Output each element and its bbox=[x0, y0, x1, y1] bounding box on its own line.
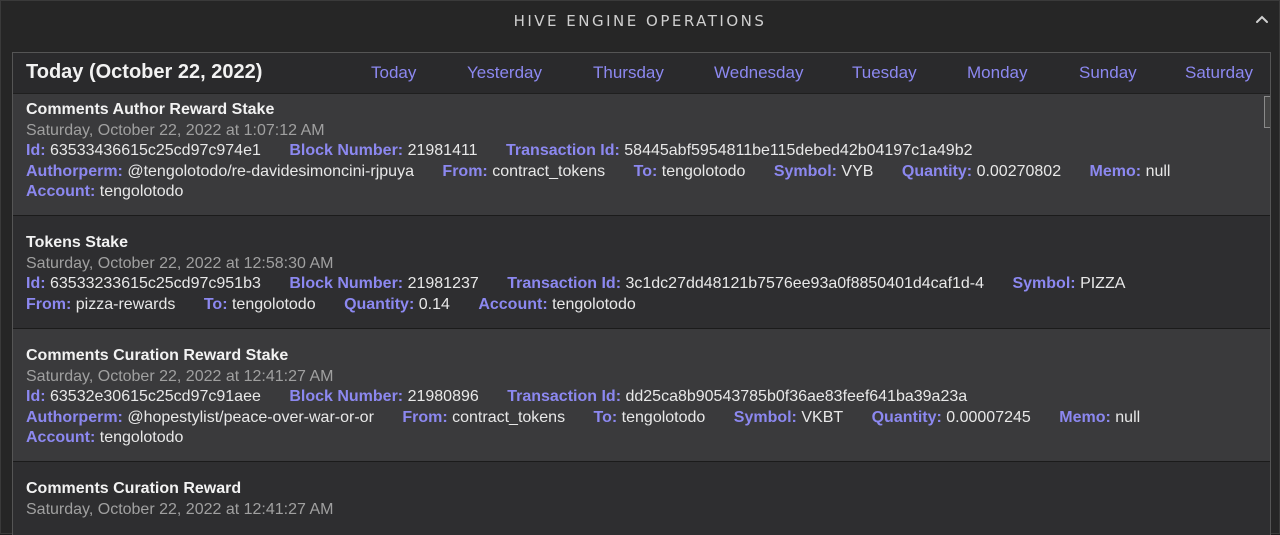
operation-time: Saturday, October 22, 2022 at 12:58:30 A… bbox=[26, 255, 334, 272]
date-bar: Today (October 22, 2022) Today Yesterday… bbox=[13, 53, 1270, 94]
authorperm-label: Authorperm: bbox=[26, 162, 123, 180]
symbol-value: VYB bbox=[841, 162, 874, 180]
operation-line: Account: tengolotodo bbox=[26, 182, 1257, 203]
quantity-label: Quantity: bbox=[901, 162, 973, 180]
operation-time: Saturday, October 22, 2022 at 1:07:12 AM bbox=[26, 122, 325, 139]
chevron-up-icon[interactable] bbox=[1253, 10, 1271, 28]
quantity-value: 0.00007245 bbox=[946, 408, 1031, 426]
id-value: 63533436615c25cd97c974e1 bbox=[50, 142, 261, 159]
block-number-value: 21981237 bbox=[407, 275, 479, 292]
id-value: 63533233615c25cd97c951b3 bbox=[50, 275, 261, 292]
operation-item: Comments Curation Reward Saturday, Octob… bbox=[13, 462, 1270, 535]
tab-saturday[interactable]: Saturday bbox=[1185, 63, 1253, 83]
memo-label: Memo: bbox=[1089, 162, 1142, 180]
from-label: From: bbox=[26, 295, 72, 313]
from-value: contract_tokens bbox=[452, 408, 566, 426]
tab-wednesday[interactable]: Wednesday bbox=[714, 63, 803, 83]
memo-label: Memo: bbox=[1059, 408, 1111, 426]
id-value: 63532e30615c25cd97c91aee bbox=[50, 388, 261, 405]
transaction-id-value: dd25ca8b90543785b0f36ae83feef641ba39a23a bbox=[625, 388, 968, 405]
symbol-value: VKBT bbox=[801, 408, 844, 426]
tab-monday[interactable]: Monday bbox=[967, 63, 1027, 83]
authorperm-label: Authorperm: bbox=[26, 408, 123, 426]
to-value: tengolotodo bbox=[621, 408, 706, 426]
tab-today[interactable]: Today bbox=[371, 63, 416, 83]
block-number-value: 21981411 bbox=[407, 142, 478, 159]
tab-yesterday[interactable]: Yesterday bbox=[467, 63, 542, 83]
transaction-id-value: 3c1dc27dd48121b7576ee93a0f8850401d4caf1d… bbox=[625, 275, 985, 292]
quantity-value: 0.00270802 bbox=[976, 162, 1062, 180]
to-label: To: bbox=[203, 295, 228, 313]
symbol-label: Symbol: bbox=[733, 408, 797, 426]
operation-line: Authorperm: @hopestylist/peace-over-war-… bbox=[26, 408, 1257, 429]
operation-time: Saturday, October 22, 2022 at 12:41:27 A… bbox=[26, 368, 334, 385]
to-value: tengolotodo bbox=[661, 162, 746, 180]
id-label: Id: bbox=[26, 275, 46, 292]
current-date-title: Today (October 22, 2022) bbox=[26, 61, 263, 83]
operation-line: Authorperm: @tengolotodo/re-davidesimonc… bbox=[26, 162, 1257, 183]
block-number-label: Block Number: bbox=[289, 275, 404, 292]
operation-title: Comments Curation Reward Stake bbox=[26, 347, 289, 364]
scrollbar-thumb[interactable] bbox=[1264, 96, 1270, 128]
operation-line: Account: tengolotodo bbox=[26, 428, 1257, 449]
quantity-value: 0.14 bbox=[418, 295, 450, 313]
transaction-id-label: Transaction Id: bbox=[506, 142, 620, 159]
to-label: To: bbox=[633, 162, 658, 180]
block-number-label: Block Number: bbox=[289, 388, 404, 405]
tab-sunday[interactable]: Sunday bbox=[1079, 63, 1137, 83]
transaction-id-label: Transaction Id: bbox=[507, 275, 622, 292]
operation-line: Id: 63533233615c25cd97c951b3 Block Numbe… bbox=[26, 274, 1257, 295]
operations-panel: HIVE ENGINE OPERATIONS Today (October 22… bbox=[0, 0, 1280, 535]
to-value: tengolotodo bbox=[231, 295, 316, 313]
operation-line: Id: 63532e30615c25cd97c91aee Block Numbe… bbox=[26, 387, 1257, 408]
authorperm-value: @hopestylist/peace-over-war-or-or bbox=[127, 408, 374, 426]
id-label: Id: bbox=[26, 388, 46, 405]
panel-title: HIVE ENGINE OPERATIONS bbox=[513, 12, 767, 30]
transaction-id-label: Transaction Id: bbox=[507, 388, 622, 405]
operation-time: Saturday, October 22, 2022 at 12:41:27 A… bbox=[26, 501, 334, 518]
from-value: contract_tokens bbox=[492, 162, 606, 180]
operation-title: Tokens Stake bbox=[26, 234, 128, 251]
symbol-label: Symbol: bbox=[1012, 275, 1076, 292]
operation-line: Id: 63533436615c25cd97c974e1 Block Numbe… bbox=[26, 141, 1257, 162]
from-label: From: bbox=[402, 408, 448, 426]
authorperm-value: @tengolotodo/re-davidesimoncini-rjpuya bbox=[127, 162, 414, 180]
account-label: Account: bbox=[478, 295, 548, 313]
operation-title: Comments Curation Reward bbox=[26, 480, 242, 497]
account-value: tengolotodo bbox=[99, 429, 184, 446]
from-value: pizza-rewards bbox=[75, 295, 176, 313]
operation-title: Comments Author Reward Stake bbox=[26, 101, 275, 118]
symbol-label: Symbol: bbox=[773, 162, 837, 180]
symbol-value: PIZZA bbox=[1080, 275, 1126, 292]
account-label: Account: bbox=[26, 183, 96, 200]
quantity-label: Quantity: bbox=[344, 295, 415, 313]
id-label: Id: bbox=[26, 142, 46, 159]
to-label: To: bbox=[593, 408, 618, 426]
transaction-id-value: 58445abf5954811be115debed42b04197c1a49b2 bbox=[624, 142, 973, 159]
account-label: Account: bbox=[26, 429, 96, 446]
tab-tuesday[interactable]: Tuesday bbox=[852, 63, 917, 83]
operations-list[interactable]: Comments Author Reward Stake Saturday, O… bbox=[13, 94, 1270, 535]
account-value: tengolotodo bbox=[99, 183, 184, 200]
tab-thursday[interactable]: Thursday bbox=[593, 63, 664, 83]
block-number-value: 21980896 bbox=[407, 388, 479, 405]
account-value: tengolotodo bbox=[552, 295, 636, 313]
block-number-label: Block Number: bbox=[289, 142, 404, 159]
memo-value: null bbox=[1115, 408, 1141, 426]
quantity-label: Quantity: bbox=[871, 408, 942, 426]
operation-line: From: pizza-rewards To: tengolotodo Quan… bbox=[26, 295, 1257, 316]
operation-item: Tokens Stake Saturday, October 22, 2022 … bbox=[13, 216, 1270, 329]
memo-value: null bbox=[1145, 162, 1171, 180]
operation-item: Comments Curation Reward Stake Saturday,… bbox=[13, 329, 1270, 462]
operations-container: Today (October 22, 2022) Today Yesterday… bbox=[12, 52, 1271, 535]
operation-item: Comments Author Reward Stake Saturday, O… bbox=[13, 94, 1270, 216]
from-label: From: bbox=[442, 162, 488, 180]
